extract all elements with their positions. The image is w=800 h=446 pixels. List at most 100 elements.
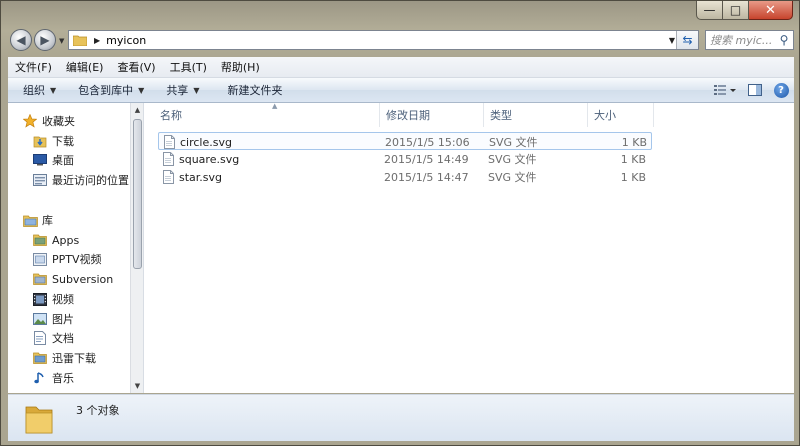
column-date[interactable]: 修改日期 (380, 103, 484, 127)
nav-item-recent-places[interactable]: 最近访问的位置 (32, 171, 129, 189)
nav-item-xunlei-downloads[interactable]: 迅雷下载 (32, 349, 96, 367)
nav-item-videos[interactable]: 视频 (32, 290, 74, 308)
desktop-icon (32, 152, 48, 168)
close-button[interactable]: ✕ (749, 1, 793, 20)
minimize-button[interactable]: — (696, 1, 723, 20)
pptv-library-icon (32, 251, 48, 267)
column-date-label: 修改日期 (386, 109, 430, 122)
refresh-icon: ⇆ (682, 33, 693, 47)
nav-item-label: Subversion (52, 272, 114, 286)
sort-ascending-icon: ▲ (272, 102, 278, 110)
column-size[interactable]: 大小 (588, 103, 654, 127)
apps-library-icon (32, 232, 48, 248)
help-icon: ? (773, 82, 789, 98)
search-icon[interactable]: ⚲ (775, 33, 793, 47)
nav-item-label: 文档 (52, 332, 74, 345)
file-date: 2015/1/5 15:06 (385, 135, 470, 149)
organize-button[interactable]: 组织 ▼ (8, 82, 64, 98)
nav-item-pptv-video[interactable]: PPTV视频 (32, 250, 102, 268)
nav-item-pictures[interactable]: 图片 (32, 310, 74, 328)
downloads-icon (32, 133, 48, 149)
folder-icon (73, 35, 87, 46)
forward-button[interactable]: ▶ (34, 29, 56, 51)
chevron-down-icon: ▼ (50, 85, 57, 95)
maximize-button[interactable]: □ (723, 1, 749, 20)
recent-pages-button[interactable]: ▼ (59, 37, 64, 45)
file-date: 2015/1/5 14:49 (384, 152, 469, 166)
view-options-button[interactable] (708, 79, 742, 101)
new-folder-label: 新建文件夹 (227, 84, 283, 97)
scroll-up-icon[interactable]: ▲ (131, 103, 143, 117)
command-bar: 组织 ▼ 包含到库中 ▼ 共享 ▼ 新建文件夹 ? (8, 78, 794, 103)
file-size: 1 KB (620, 152, 646, 166)
scroll-thumb[interactable] (133, 119, 142, 269)
nav-item-music[interactable]: 音乐 (32, 369, 74, 387)
scroll-down-icon[interactable]: ▼ (131, 379, 143, 393)
documents-library-icon (32, 330, 48, 346)
library-icon (22, 212, 38, 228)
explorer-window: — □ ✕ ◀ ▶ ▼ ▶ myicon ▼ ⇆ 搜索 myic... ⚲ 文件… (0, 0, 800, 446)
nav-item-documents[interactable]: 文档 (32, 329, 74, 347)
search-input[interactable]: 搜索 myic... ⚲ (705, 30, 794, 50)
view-list-icon (714, 85, 736, 95)
share-label: 共享 (166, 84, 189, 97)
menu-view[interactable]: 查看(V) (110, 59, 162, 75)
share-button[interactable]: 共享 ▼ (152, 82, 207, 98)
menu-help[interactable]: 帮助(H) (214, 59, 267, 75)
nav-libraries-label: 库 (42, 214, 53, 227)
organize-label: 组织 (23, 84, 45, 97)
file-name-cell: star.svg (163, 168, 222, 186)
include-library-button[interactable]: 包含到库中 ▼ (64, 82, 152, 98)
file-row-circle[interactable]: circle.svg 2015/1/5 15:06 SVG 文件 1 KB (158, 132, 652, 150)
nav-favorites[interactable]: 收藏夹 (22, 112, 75, 130)
new-folder-button[interactable]: 新建文件夹 (207, 82, 290, 98)
chevron-down-icon: ▼ (193, 85, 200, 95)
file-size: 1 KB (620, 170, 646, 184)
nav-favorites-label: 收藏夹 (42, 115, 75, 128)
help-button[interactable]: ? (768, 79, 794, 101)
breadcrumb-separator-icon[interactable]: ▶ (94, 36, 100, 45)
back-button[interactable]: ◀ (10, 29, 32, 51)
file-type: SVG 文件 (488, 153, 537, 166)
search-placeholder: 搜索 myic... (710, 34, 773, 47)
nav-libraries[interactable]: 库 (22, 211, 53, 229)
svg-file-icon (163, 170, 174, 184)
back-arrow-icon: ◀ (16, 33, 26, 47)
nav-item-label: 下载 (52, 135, 74, 148)
file-row-square[interactable]: square.svg 2015/1/5 14:49 SVG 文件 1 KB (158, 150, 652, 168)
column-type[interactable]: 类型 (484, 103, 588, 127)
preview-pane-button[interactable] (742, 79, 768, 101)
xunlei-library-icon (32, 350, 48, 366)
nav-item-label: 音乐 (52, 372, 74, 385)
star-icon (22, 113, 38, 129)
minimize-icon: — (703, 3, 716, 17)
column-header: 名称 ▲ 修改日期 类型 大小 (144, 102, 794, 127)
file-name: star.svg (179, 170, 223, 184)
menu-tools[interactable]: 工具(T) (163, 59, 214, 75)
menu-bar: 文件(F) 编辑(E) 查看(V) 工具(T) 帮助(H) (8, 57, 794, 78)
details-pane: 3 个对象 (8, 394, 794, 441)
folder-icon (25, 406, 53, 434)
item-count: 3 个对象 (76, 404, 120, 417)
file-name-cell: square.svg (163, 150, 239, 168)
toolbar-right-group: ? (708, 78, 794, 102)
nav-item-label: 桌面 (52, 154, 74, 167)
close-icon: ✕ (765, 2, 776, 18)
refresh-button[interactable]: ⇆ (676, 31, 698, 49)
file-row-star[interactable]: star.svg 2015/1/5 14:47 SVG 文件 1 KB (158, 168, 652, 186)
menu-edit[interactable]: 编辑(E) (59, 59, 111, 75)
address-bar[interactable]: ▶ myicon ▼ ⇆ (68, 30, 699, 50)
nav-item-downloads[interactable]: 下载 (32, 132, 74, 150)
column-name[interactable]: 名称 ▲ (154, 102, 380, 127)
picture-library-icon (32, 311, 48, 327)
nav-item-desktop[interactable]: 桌面 (32, 151, 74, 169)
nav-item-subversion[interactable]: Subversion (32, 270, 113, 288)
nav-item-apps[interactable]: Apps (32, 231, 79, 249)
menu-file[interactable]: 文件(F) (8, 59, 59, 75)
forward-arrow-icon: ▶ (40, 33, 50, 47)
nav-scrollbar[interactable]: ▲ ▼ (130, 103, 143, 393)
address-dropdown-icon[interactable]: ▼ (669, 31, 675, 49)
breadcrumb-myicon[interactable]: myicon (106, 34, 146, 47)
music-library-icon (32, 370, 48, 386)
navigation-pane: 收藏夹 下载 桌面 最近访问的位置 库 Apps PPTV视频 Subversi… (8, 103, 144, 393)
